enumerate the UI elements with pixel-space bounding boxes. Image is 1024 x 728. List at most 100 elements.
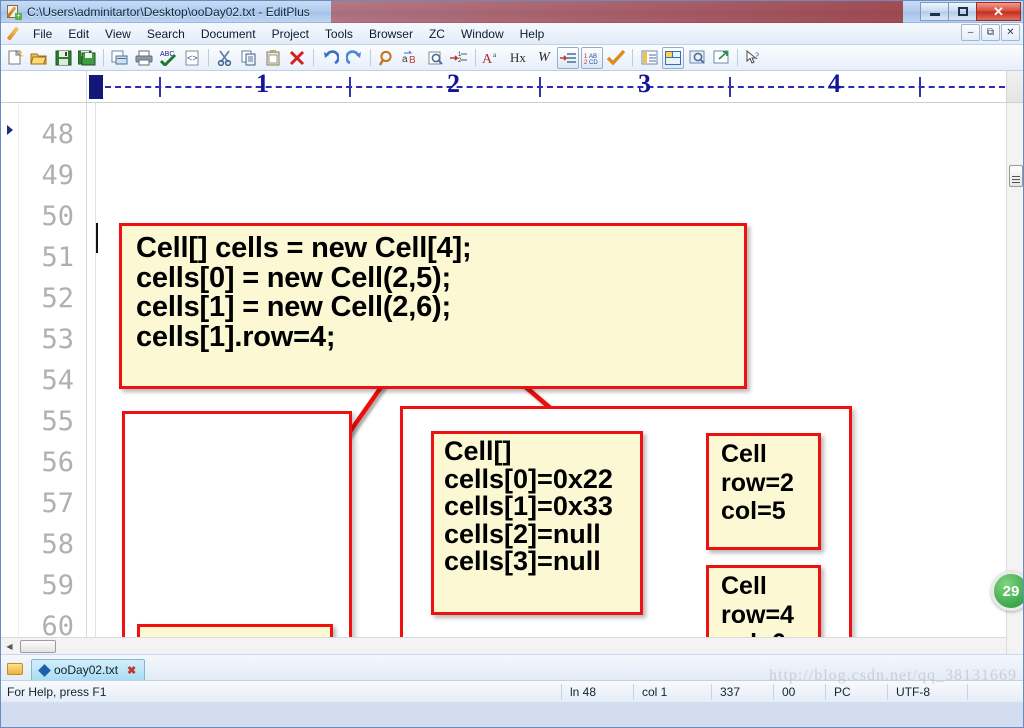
line-number: 60 [41, 611, 74, 642]
line-number: 56 [41, 447, 74, 478]
document-close-button[interactable]: ✕ [1001, 24, 1020, 41]
scroll-left-icon[interactable]: ◀ [1, 639, 18, 654]
print-icon[interactable] [133, 47, 155, 69]
menu-zc[interactable]: ZC [421, 25, 453, 43]
line-number: 51 [41, 242, 74, 273]
browser-icon[interactable] [710, 47, 732, 69]
delete-icon[interactable] [286, 47, 308, 69]
spell-check-ok-icon[interactable] [605, 47, 627, 69]
toolbar-separator [737, 49, 738, 66]
array-object-box: Cell[] cells[0]=0x22 cells[1]=0x33 cells… [431, 431, 643, 615]
editplus-icon: + [6, 4, 22, 20]
line-number-gutter: 48 49 50 51 52 53 54 55 56 57 58 59 60 6… [1, 103, 87, 654]
tab-ooday02[interactable]: ooDay02.txt ✖ [31, 659, 146, 680]
editplus-window: + C:\Users\adminitartor\Desktop\ooDay02.… [0, 0, 1024, 728]
svg-text:a: a [493, 51, 497, 59]
array-line: cells[2]=null [444, 518, 601, 549]
status-line: ln 48 [561, 683, 633, 700]
document-restore-button[interactable]: ⧉ [981, 24, 1000, 41]
close-button[interactable]: ✕ [976, 2, 1021, 21]
replace-icon[interactable]: aB [400, 47, 422, 69]
toolbar-separator [313, 49, 314, 66]
indent-icon[interactable] [557, 46, 579, 69]
toggle-case-icon[interactable]: 1 AB 2 CD [581, 46, 603, 69]
menu-browser[interactable]: Browser [361, 25, 421, 43]
menu-edit[interactable]: Edit [60, 25, 97, 43]
line-number: 57 [41, 488, 74, 519]
menu-window[interactable]: Window [453, 25, 512, 43]
minimize-button[interactable] [920, 2, 949, 21]
toolbar-separator [632, 49, 633, 66]
menu-document[interactable]: Document [193, 25, 264, 43]
user-tools-icon[interactable] [662, 46, 684, 69]
editor-area[interactable]: 48 49 50 51 52 53 54 55 56 57 58 59 60 6… [1, 103, 1023, 654]
cell-line: Cell [721, 572, 767, 600]
window-title: C:\Users\adminitartor\Desktop\ooDay02.tx… [27, 4, 310, 19]
tab-label: ooDay02.txt [54, 663, 119, 677]
undo-icon[interactable] [319, 47, 341, 69]
line-number: 48 [41, 119, 74, 150]
ruler-mark-1: 1 [256, 71, 269, 98]
status-filler [967, 683, 1023, 700]
menu-file[interactable]: File [25, 25, 60, 43]
find-icon[interactable] [376, 47, 398, 69]
horizontal-scrollbar-thumb[interactable] [20, 639, 56, 653]
horizontal-scrollbar[interactable]: ◀ [1, 637, 1006, 654]
status-bar: http://blog.csdn.net/qq_38131669 For Hel… [1, 667, 1023, 702]
svg-text:B: B [409, 55, 416, 66]
line-number: 52 [41, 283, 74, 314]
cell-line: row=2 [721, 468, 794, 497]
document-minimize-button[interactable]: – [961, 24, 980, 41]
line-number: 50 [41, 201, 74, 232]
redo-icon[interactable] [343, 47, 365, 69]
preview-icon[interactable] [686, 47, 708, 69]
print-preview-icon[interactable] [109, 47, 131, 69]
new-file-icon[interactable] [4, 47, 26, 69]
word-wrap-icon[interactable]: W [533, 47, 555, 69]
toolbar-separator [208, 49, 209, 66]
tab-close-icon[interactable]: ✖ [127, 664, 136, 677]
goto-line-icon[interactable]: 12 [448, 47, 470, 69]
menu-bar: File Edit View Search Document Project T… [1, 23, 1023, 45]
cut-icon[interactable] [214, 47, 236, 69]
find-in-files-icon[interactable] [424, 47, 446, 69]
document-selector-icon[interactable] [638, 47, 660, 69]
ruler-mark-3: 3 [638, 71, 651, 98]
menu-search[interactable]: Search [139, 25, 193, 43]
pencil-icon [5, 25, 25, 43]
toolbar-separator [103, 49, 104, 66]
svg-text:2: 2 [458, 58, 462, 64]
text-caret [96, 223, 98, 253]
title-bar-tint [331, 1, 903, 23]
copy-icon[interactable] [238, 47, 260, 69]
maximize-button[interactable] [948, 2, 977, 21]
ruler-caret-marker [89, 75, 103, 99]
menu-help[interactable]: Help [512, 25, 553, 43]
ruler-gutter [1, 71, 87, 102]
status-hint: For Help, press F1 [7, 684, 107, 699]
save-icon[interactable] [52, 47, 74, 69]
menu-tools[interactable]: Tools [317, 25, 361, 43]
menu-view[interactable]: View [97, 25, 139, 43]
vertical-scrollbar-thumb[interactable] [1009, 165, 1023, 187]
line-number: 59 [41, 570, 74, 601]
floating-badge[interactable]: 29 [991, 571, 1023, 611]
cell-object-box-1: Cell row=2 col=5 [706, 433, 821, 550]
font-icon[interactable]: Aa [481, 47, 503, 69]
toolbar-separator [475, 49, 476, 66]
help-pointer-icon[interactable]: ? [743, 47, 765, 69]
open-folder-icon[interactable] [28, 47, 50, 69]
paste-icon[interactable] [262, 47, 284, 69]
hex-icon[interactable]: Hx [505, 47, 531, 69]
stack-frame-box [122, 411, 352, 654]
toolbar-separator [370, 49, 371, 66]
spellcheck-icon[interactable]: ABC [157, 47, 179, 69]
status-col: col 1 [633, 683, 711, 700]
menu-project[interactable]: Project [264, 25, 317, 43]
save-all-icon[interactable] [76, 47, 98, 69]
folder-icon[interactable] [7, 661, 25, 676]
html-tag-icon[interactable]: <> [181, 47, 203, 69]
ruler: 1 2 3 4 [1, 71, 1023, 103]
status-encoding: UTF-8 [887, 683, 967, 700]
status-platform: PC [825, 683, 887, 700]
